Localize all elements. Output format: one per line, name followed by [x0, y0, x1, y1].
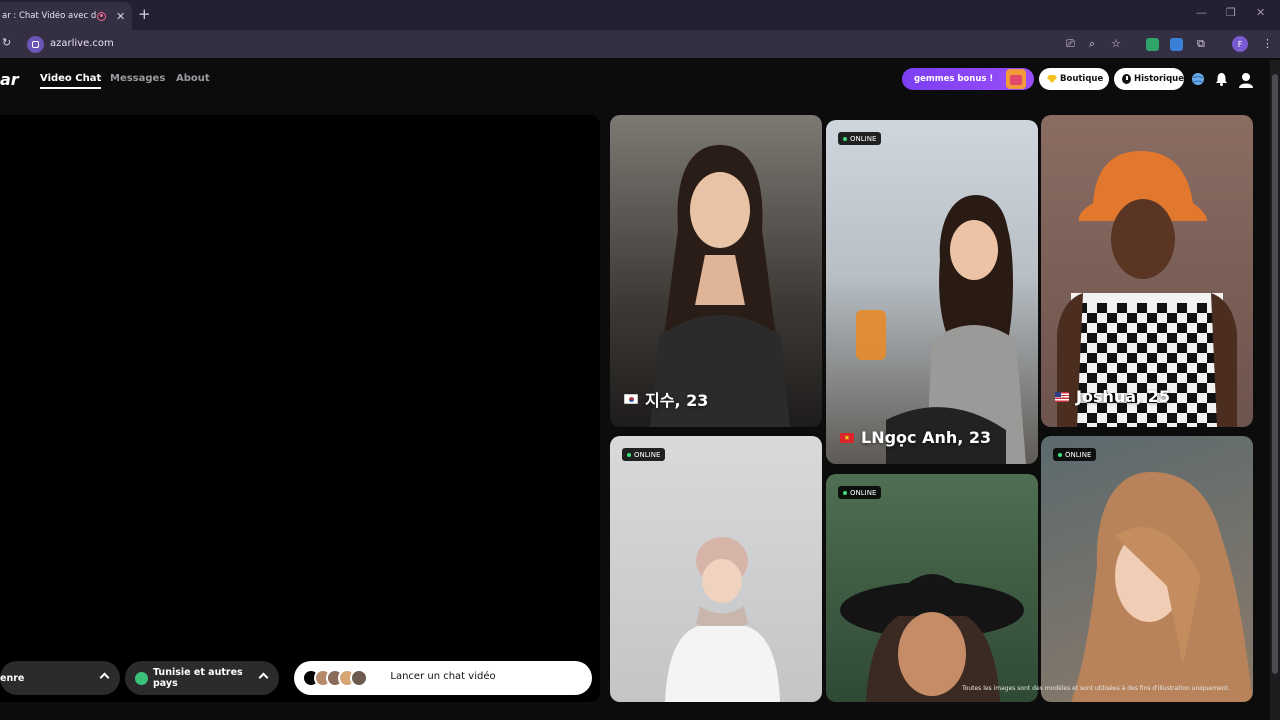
profile-name: 지수, 23: [624, 387, 708, 411]
address-bar[interactable]: azarlive.com: [50, 38, 114, 49]
close-tab-icon[interactable]: ✕: [116, 10, 125, 23]
window-close-icon[interactable]: ✕: [1256, 6, 1265, 19]
bonus-label: gemmes bonus !: [914, 74, 994, 84]
online-badge: ONLINE: [838, 486, 882, 499]
flag-vn-icon: [840, 432, 854, 443]
nav-about[interactable]: About: [176, 73, 210, 84]
shop-label: Boutique: [1060, 74, 1104, 84]
extension-icon[interactable]: [1170, 38, 1183, 51]
profile-photo: [1057, 151, 1237, 427]
profile-avatar[interactable]: F: [1232, 36, 1248, 52]
profile-photo: [856, 195, 1026, 464]
profile-card[interactable]: ONLINE: [826, 474, 1038, 702]
menu-kebab-icon[interactable]: ⋮: [1262, 37, 1273, 50]
online-badge: ONLINE: [1053, 448, 1097, 461]
extensions-puzzle-icon[interactable]: ⧉: [1197, 37, 1205, 51]
profile-card[interactable]: Joshua, 25: [1041, 115, 1253, 427]
online-badge: ONLINE: [838, 132, 882, 145]
recording-icon: [97, 11, 106, 21]
history-label: Historique: [1134, 74, 1184, 84]
clock-icon: [1122, 74, 1131, 84]
reload-icon[interactable]: ↻: [2, 36, 11, 49]
online-badge: ONLINE: [622, 448, 666, 461]
profile-photo: [650, 145, 790, 427]
browser-tab[interactable]: ar : Chat Vidéo avec de n ✕: [0, 2, 132, 30]
site-info-icon[interactable]: [27, 36, 44, 53]
notification-bell-icon[interactable]: [1215, 72, 1228, 86]
flag-kr-icon: [624, 394, 638, 404]
profile-photo: [1071, 472, 1253, 702]
region-filter-label: Tunisie et autres pays: [153, 667, 243, 689]
profile-name: Joshua, 25: [1055, 387, 1170, 406]
logo[interactable]: ar: [0, 70, 19, 89]
language-globe-icon[interactable]: [1191, 72, 1205, 86]
user-profile-icon[interactable]: [1239, 72, 1253, 88]
start-video-chat-button[interactable]: Lancer un chat vidéo: [294, 661, 592, 695]
disclaimer-text: Toutes les images sont des modèles et so…: [962, 685, 1230, 692]
profile-card[interactable]: ONLINE LNgọc Anh, 23: [826, 120, 1038, 464]
nav-messages[interactable]: Messages: [110, 73, 165, 84]
profile-card[interactable]: ONLINE: [610, 436, 822, 702]
browser-toolbar: ↻ azarlive.com ⎚ ⌕ ☆ ⧉ F ⋮: [0, 30, 1280, 58]
chevron-up-icon: [99, 672, 110, 683]
video-preview-panel: [0, 115, 600, 702]
bookmark-star-icon[interactable]: ☆: [1111, 37, 1121, 50]
new-tab-icon[interactable]: +: [138, 5, 151, 23]
browser-tabbar: ar : Chat Vidéo avec de n ✕ + — ❐ ✕: [0, 0, 1280, 30]
profile-card[interactable]: 지수, 23: [610, 115, 822, 427]
gift-icon: [1006, 69, 1026, 89]
zoom-icon[interactable]: ⌕: [1089, 37, 1095, 51]
flag-us-icon: [1055, 391, 1069, 402]
gem-icon: [1047, 75, 1057, 83]
profile-photo: [840, 574, 1024, 702]
gender-filter-button[interactable]: enre: [0, 661, 120, 695]
cast-icon[interactable]: ⎚: [1066, 37, 1075, 51]
scrollbar-thumb[interactable]: [1272, 74, 1278, 674]
history-button[interactable]: Historique: [1114, 68, 1184, 90]
gender-filter-label: enre: [0, 672, 25, 684]
chevron-up-icon: [258, 672, 269, 683]
nav-video-chat[interactable]: Video Chat: [40, 73, 102, 89]
region-filter-button[interactable]: Tunisie et autres pays: [125, 661, 279, 695]
shop-button[interactable]: Boutique: [1039, 68, 1109, 90]
start-video-chat-label: Lancer un chat vidéo: [390, 671, 496, 682]
profile-card[interactable]: ONLINE: [1041, 436, 1253, 702]
extension-icon[interactable]: [1146, 38, 1159, 51]
tab-title: ar : Chat Vidéo avec de n: [2, 11, 96, 21]
restore-icon[interactable]: ❐: [1226, 6, 1236, 19]
page: ar Video Chat Messages About gemmes bonu…: [0, 58, 1280, 720]
globe-icon: [135, 671, 148, 685]
scrollbar[interactable]: [1270, 60, 1280, 720]
profile-name: LNgọc Anh, 23: [840, 428, 991, 447]
profile-photo: [665, 537, 780, 702]
bonus-gems-button[interactable]: gemmes bonus !: [902, 68, 1034, 90]
minimize-icon[interactable]: —: [1196, 6, 1207, 19]
